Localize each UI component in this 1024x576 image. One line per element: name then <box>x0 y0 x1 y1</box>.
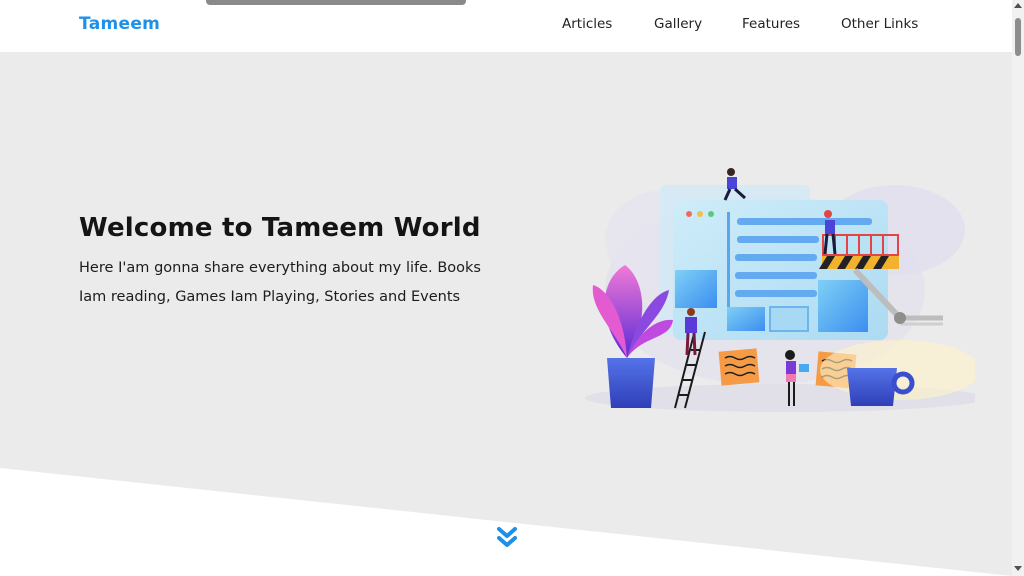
nav-other-links[interactable]: Other Links <box>841 16 918 32</box>
scroll-up-arrow-icon[interactable] <box>1014 3 1022 8</box>
site-header: Tameem Articles Gallery Features Other L… <box>0 0 1012 52</box>
hero-description: Here I'am gonna share everything about m… <box>79 260 481 305</box>
top-overlay-fragment <box>206 0 466 5</box>
hero-title: Welcome to Tameem World <box>79 213 481 243</box>
double-chevron-down-icon[interactable] <box>496 526 518 550</box>
nav-features[interactable]: Features <box>742 16 800 32</box>
nav-gallery[interactable]: Gallery <box>654 16 702 32</box>
page-scrollbar[interactable] <box>1012 0 1024 576</box>
site-logo[interactable]: Tameem <box>79 14 160 34</box>
team-illustration <box>585 168 975 412</box>
scroll-down-arrow-icon[interactable] <box>1014 566 1022 571</box>
scroll-thumb[interactable] <box>1015 18 1021 56</box>
nav-articles[interactable]: Articles <box>562 16 612 32</box>
